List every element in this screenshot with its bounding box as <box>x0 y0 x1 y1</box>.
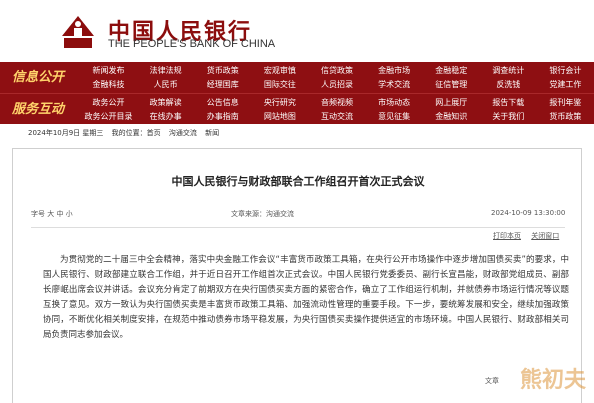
nav-item[interactable]: 人民币 <box>137 78 194 91</box>
nav-item[interactable]: 党建工作 <box>537 78 594 91</box>
nav-item[interactable]: 办事指南 <box>194 110 251 123</box>
site-header: 中国人民银行 THE PEOPLE'S BANK OF CHINA <box>0 0 594 62</box>
nav-item[interactable]: 政务公开 <box>80 96 137 109</box>
watermark: 熊初夫 <box>520 368 587 393</box>
nav-item[interactable]: 互动交流 <box>308 110 365 123</box>
main-navigation: 信息公开 新闻发布 法律法规 货币政策 宏观审慎 信贷政策 金融市场 金融稳定 … <box>0 62 594 124</box>
nav-item[interactable]: 法律法规 <box>137 64 194 77</box>
nav-item[interactable]: 意见征集 <box>366 110 423 123</box>
nav-item[interactable]: 在线办事 <box>137 110 194 123</box>
nav-item[interactable]: 信贷政策 <box>308 64 365 77</box>
article-panel: 中国人民银行与财政部联合工作组召开首次正式会议 字号 大 中 小 文章来源：沟通… <box>12 148 582 403</box>
nav-item[interactable]: 宏观审慎 <box>251 64 308 77</box>
nav-item[interactable]: 金融稳定 <box>423 64 480 77</box>
font-size-selector[interactable]: 字号 大 中 小 <box>31 209 73 219</box>
pboc-emblem-icon <box>62 16 94 48</box>
nav-item[interactable]: 报刊年鉴 <box>537 96 594 109</box>
article-source: 文章来源：沟通交流 <box>231 210 294 218</box>
nav-item[interactable]: 央行研究 <box>251 96 308 109</box>
article-datetime: 2024-10-09 13:30:00 <box>491 209 566 217</box>
nav-item[interactable]: 关于我们 <box>480 110 537 123</box>
nav-item[interactable]: 人员招录 <box>308 78 365 91</box>
nav-item[interactable]: 政策解读 <box>137 96 194 109</box>
breadcrumb-date: 2024年10月9日 星期三 <box>28 129 104 137</box>
meta-divider <box>31 227 565 228</box>
nav-item[interactable]: 货币政策 <box>537 110 594 123</box>
nav-item[interactable]: 金融知识 <box>423 110 480 123</box>
nav-item[interactable]: 经理国库 <box>194 78 251 91</box>
print-page-link[interactable]: 打印本页 <box>493 232 521 240</box>
nav-item[interactable]: 国际交往 <box>251 78 308 91</box>
nav-item[interactable]: 反洗钱 <box>480 78 537 91</box>
nav-grid-info: 新闻发布 法律法规 货币政策 宏观审慎 信贷政策 金融市场 金融稳定 调查统计 … <box>80 64 594 92</box>
breadcrumb: 2024年10月9日 星期三 我的位置：首页 沟通交流 新闻 <box>28 128 225 138</box>
nav-item[interactable]: 学术交流 <box>366 78 423 91</box>
article-body: 为贯彻党的二十届三中全会精神，落实中央金融工作会议“丰富货币政策工具箱，在央行公… <box>43 255 569 340</box>
breadcrumb-home-link[interactable]: 我的位置：首页 <box>112 129 161 137</box>
nav-item[interactable]: 征信管理 <box>423 78 480 91</box>
article-footer-mark: 文章 <box>485 377 499 385</box>
nav-section-service-label: 服务互动 <box>12 102 65 117</box>
nav-section-info-label: 信息公开 <box>12 70 65 85</box>
nav-item[interactable]: 报告下载 <box>480 96 537 109</box>
nav-row-info: 信息公开 新闻发布 法律法规 货币政策 宏观审慎 信贷政策 金融市场 金融稳定 … <box>0 62 594 93</box>
nav-item[interactable]: 网站地图 <box>251 110 308 123</box>
site-name-en: THE PEOPLE'S BANK OF CHINA <box>108 38 276 50</box>
close-window-link[interactable]: 关闭窗口 <box>531 232 559 240</box>
nav-item[interactable]: 货币政策 <box>194 64 251 77</box>
nav-row-service: 服务互动 政务公开 政策解读 公告信息 央行研究 音频视频 市场动态 网上展厅 … <box>0 93 594 124</box>
nav-item[interactable]: 银行会计 <box>537 64 594 77</box>
nav-grid-service: 政务公开 政策解读 公告信息 央行研究 音频视频 市场动态 网上展厅 报告下载 … <box>80 96 594 124</box>
nav-item[interactable]: 市场动态 <box>366 96 423 109</box>
nav-item[interactable]: 政务公开目录 <box>80 110 137 123</box>
breadcrumb-current[interactable]: 新闻 <box>205 129 219 137</box>
nav-item[interactable]: 网上展厅 <box>423 96 480 109</box>
nav-item[interactable]: 金融市场 <box>366 64 423 77</box>
nav-item[interactable]: 音频视频 <box>308 96 365 109</box>
nav-item[interactable]: 公告信息 <box>194 96 251 109</box>
article-actions: 打印本页 关闭窗口 <box>485 231 559 241</box>
nav-item[interactable]: 金融科技 <box>80 78 137 91</box>
nav-item[interactable]: 新闻发布 <box>80 64 137 77</box>
nav-item[interactable]: 调查统计 <box>480 64 537 77</box>
article-title: 中国人民银行与财政部联合工作组召开首次正式会议 <box>171 175 425 188</box>
breadcrumb-section-link[interactable]: 沟通交流 <box>169 129 197 137</box>
